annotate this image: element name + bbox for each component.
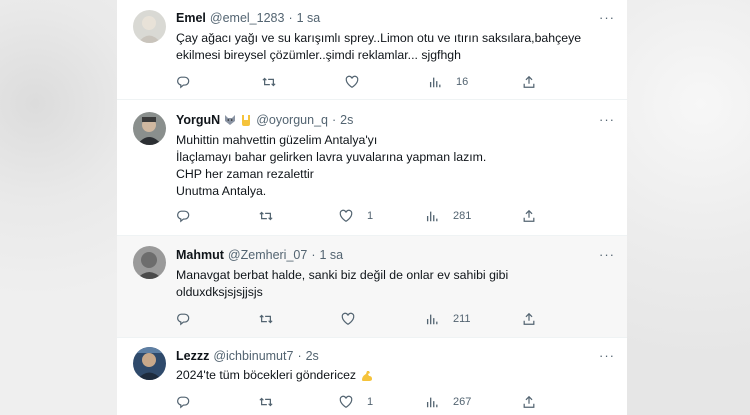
tweet-text: Çay ağacı yağı ve su karışımlı sprey..Li… [176, 31, 582, 62]
like-count: 1 [367, 396, 374, 408]
views-button[interactable]: 281 [425, 207, 471, 225]
like-button[interactable] [345, 73, 373, 91]
tweet-actions: 1 267 [176, 393, 596, 411]
retweet-button[interactable] [259, 310, 273, 328]
wolf-emoji [225, 115, 236, 125]
heart-icon [345, 75, 359, 88]
views-button[interactable]: 211 [425, 310, 471, 328]
reply-button[interactable] [176, 73, 190, 91]
timestamp[interactable]: 2s [306, 349, 319, 363]
retweet-button[interactable] [262, 73, 276, 91]
retweet-icon [259, 211, 273, 221]
share-icon [523, 209, 535, 222]
share-button[interactable] [522, 310, 536, 328]
views-button[interactable]: 267 [425, 393, 471, 411]
tweet[interactable]: Mahmut @Zemheri_07 · 1 sa ··· Manavgat b… [117, 236, 627, 338]
tweet-actions: 211 [176, 310, 596, 328]
avatar[interactable] [133, 246, 166, 279]
avatar[interactable] [133, 347, 166, 380]
reply-button[interactable] [176, 393, 190, 411]
more-options-button[interactable]: ··· [599, 10, 615, 25]
blurred-background-right [627, 0, 750, 415]
like-count: 1 [367, 210, 374, 222]
share-button[interactable] [522, 73, 536, 91]
flexed-biceps-emoji [362, 370, 373, 381]
share-button[interactable] [522, 207, 536, 225]
share-icon [523, 395, 535, 408]
more-options-button[interactable]: ··· [599, 247, 615, 262]
heart-icon [339, 209, 353, 222]
like-button[interactable]: 1 [339, 207, 373, 225]
display-name[interactable]: Lezzz [176, 349, 209, 363]
tweet-text: 2024'te tüm böcekleri göndericez [176, 368, 357, 382]
share-button[interactable] [522, 393, 536, 411]
view-count: 281 [453, 210, 472, 222]
views-chart-icon [429, 77, 441, 88]
like-button[interactable] [341, 310, 369, 328]
heart-icon [341, 312, 355, 325]
display-name[interactable]: Emel [176, 11, 206, 25]
reply-icon [177, 313, 190, 326]
view-count: 211 [453, 313, 471, 325]
separator-dot: · [311, 248, 316, 262]
timestamp[interactable]: 2s [340, 113, 353, 127]
views-chart-icon [426, 314, 438, 325]
user-handle[interactable]: @oyorgun_q [256, 113, 328, 127]
horns-hand-emoji [242, 115, 251, 126]
share-icon [523, 75, 535, 88]
avatar[interactable] [133, 10, 166, 43]
reply-icon [177, 76, 190, 89]
tweet[interactable]: YorguN @oyorgun_q · 2s ··· Muhittin mahv… [117, 100, 627, 236]
retweet-icon [262, 77, 276, 87]
reply-icon [177, 396, 190, 409]
display-name[interactable]: Mahmut [176, 248, 224, 262]
views-chart-icon [426, 397, 438, 408]
tweet-actions: 1 281 [176, 207, 596, 225]
reply-button[interactable] [176, 310, 190, 328]
view-count: 16 [456, 76, 469, 88]
like-button[interactable]: 1 [339, 393, 373, 411]
reply-feed: Emel @emel_1283 · 1 sa ··· Çay ağacı yağ… [117, 0, 627, 415]
share-icon [523, 312, 535, 325]
views-button[interactable]: 16 [428, 73, 468, 91]
separator-dot: · [331, 113, 337, 127]
retweet-icon [259, 397, 273, 407]
tweet-text: Muhittin mahvettin güzelim Antalya'yı İl… [176, 133, 487, 198]
timestamp[interactable]: 1 sa [297, 11, 321, 25]
avatar[interactable] [133, 112, 166, 145]
separator-dot: · [297, 349, 302, 363]
blurred-background-left [0, 0, 117, 415]
retweet-button[interactable] [259, 207, 273, 225]
reply-button[interactable] [176, 207, 190, 225]
more-options-button[interactable]: ··· [599, 348, 615, 363]
reply-icon [177, 210, 190, 223]
display-name[interactable]: YorguN [176, 113, 220, 127]
user-handle[interactable]: @emel_1283 [210, 11, 285, 25]
tweet-actions: 16 [176, 73, 596, 91]
tweet[interactable]: Lezzz @ichbinumut7 · 2s ··· 2024'te tüm … [117, 338, 627, 415]
tweet[interactable]: Emel @emel_1283 · 1 sa ··· Çay ağacı yağ… [117, 0, 627, 100]
user-handle[interactable]: @ichbinumut7 [213, 349, 293, 363]
more-options-button[interactable]: ··· [599, 112, 615, 127]
retweet-icon [259, 314, 273, 324]
tweet-text: Manavgat berbat halde, sanki biz değil d… [176, 268, 509, 299]
retweet-button[interactable] [259, 393, 273, 411]
heart-icon [339, 395, 353, 408]
user-handle[interactable]: @Zemheri_07 [228, 248, 307, 262]
separator-dot: · [288, 11, 293, 25]
timestamp[interactable]: 1 sa [319, 248, 343, 262]
view-count: 267 [453, 396, 472, 408]
views-chart-icon [426, 211, 438, 222]
